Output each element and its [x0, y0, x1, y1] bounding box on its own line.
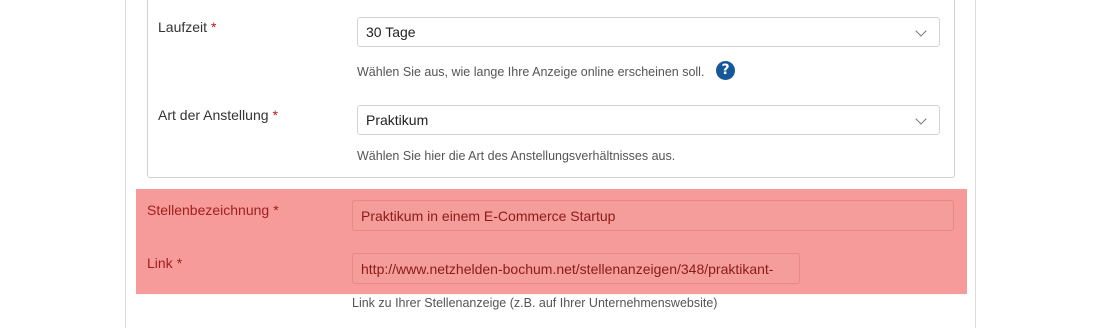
required-mark: * — [211, 19, 217, 35]
stellenbezeichnung-input-value: Praktikum in einem E-Commerce Startup — [361, 207, 616, 224]
anstellung-select-value: Praktikum — [366, 112, 429, 128]
link-label: Link * — [147, 255, 182, 271]
laufzeit-select-value: 30 Tage — [366, 24, 416, 40]
anstellung-label-text: Art der Anstellung — [158, 107, 269, 123]
stellenbezeichnung-input[interactable]: Praktikum in einem E-Commerce Startup — [352, 200, 954, 231]
chevron-down-icon — [915, 113, 927, 125]
chevron-down-icon — [915, 25, 927, 37]
anstellung-help-text: Wählen Sie hier die Art des Anstellungsv… — [357, 149, 676, 163]
link-label-text: Link — [147, 255, 173, 271]
laufzeit-help-text: Wählen Sie aus, wie lange Ihre Anzeige o… — [357, 65, 705, 79]
required-mark: * — [176, 255, 183, 271]
laufzeit-label-text: Laufzeit — [158, 19, 208, 35]
link-help-text: Link zu Ihrer Stellenanzeige (z.B. auf I… — [352, 296, 718, 310]
stellenbezeichnung-label-text: Stellenbezeichnung — [147, 202, 270, 218]
question-circle-icon[interactable]: ? — [716, 61, 735, 80]
anstellung-select[interactable]: Praktikum — [357, 105, 940, 135]
link-input-value: http://www.netzhelden-bochum.net/stellen… — [361, 260, 774, 277]
laufzeit-label: Laufzeit * — [158, 19, 217, 35]
stellenbezeichnung-label: Stellenbezeichnung * — [147, 202, 279, 218]
required-mark: * — [272, 107, 278, 123]
anstellung-label: Art der Anstellung * — [158, 107, 278, 123]
laufzeit-select[interactable]: 30 Tage — [357, 17, 940, 47]
required-mark: * — [273, 202, 279, 218]
link-input[interactable]: http://www.netzhelden-bochum.net/stellen… — [352, 253, 800, 284]
